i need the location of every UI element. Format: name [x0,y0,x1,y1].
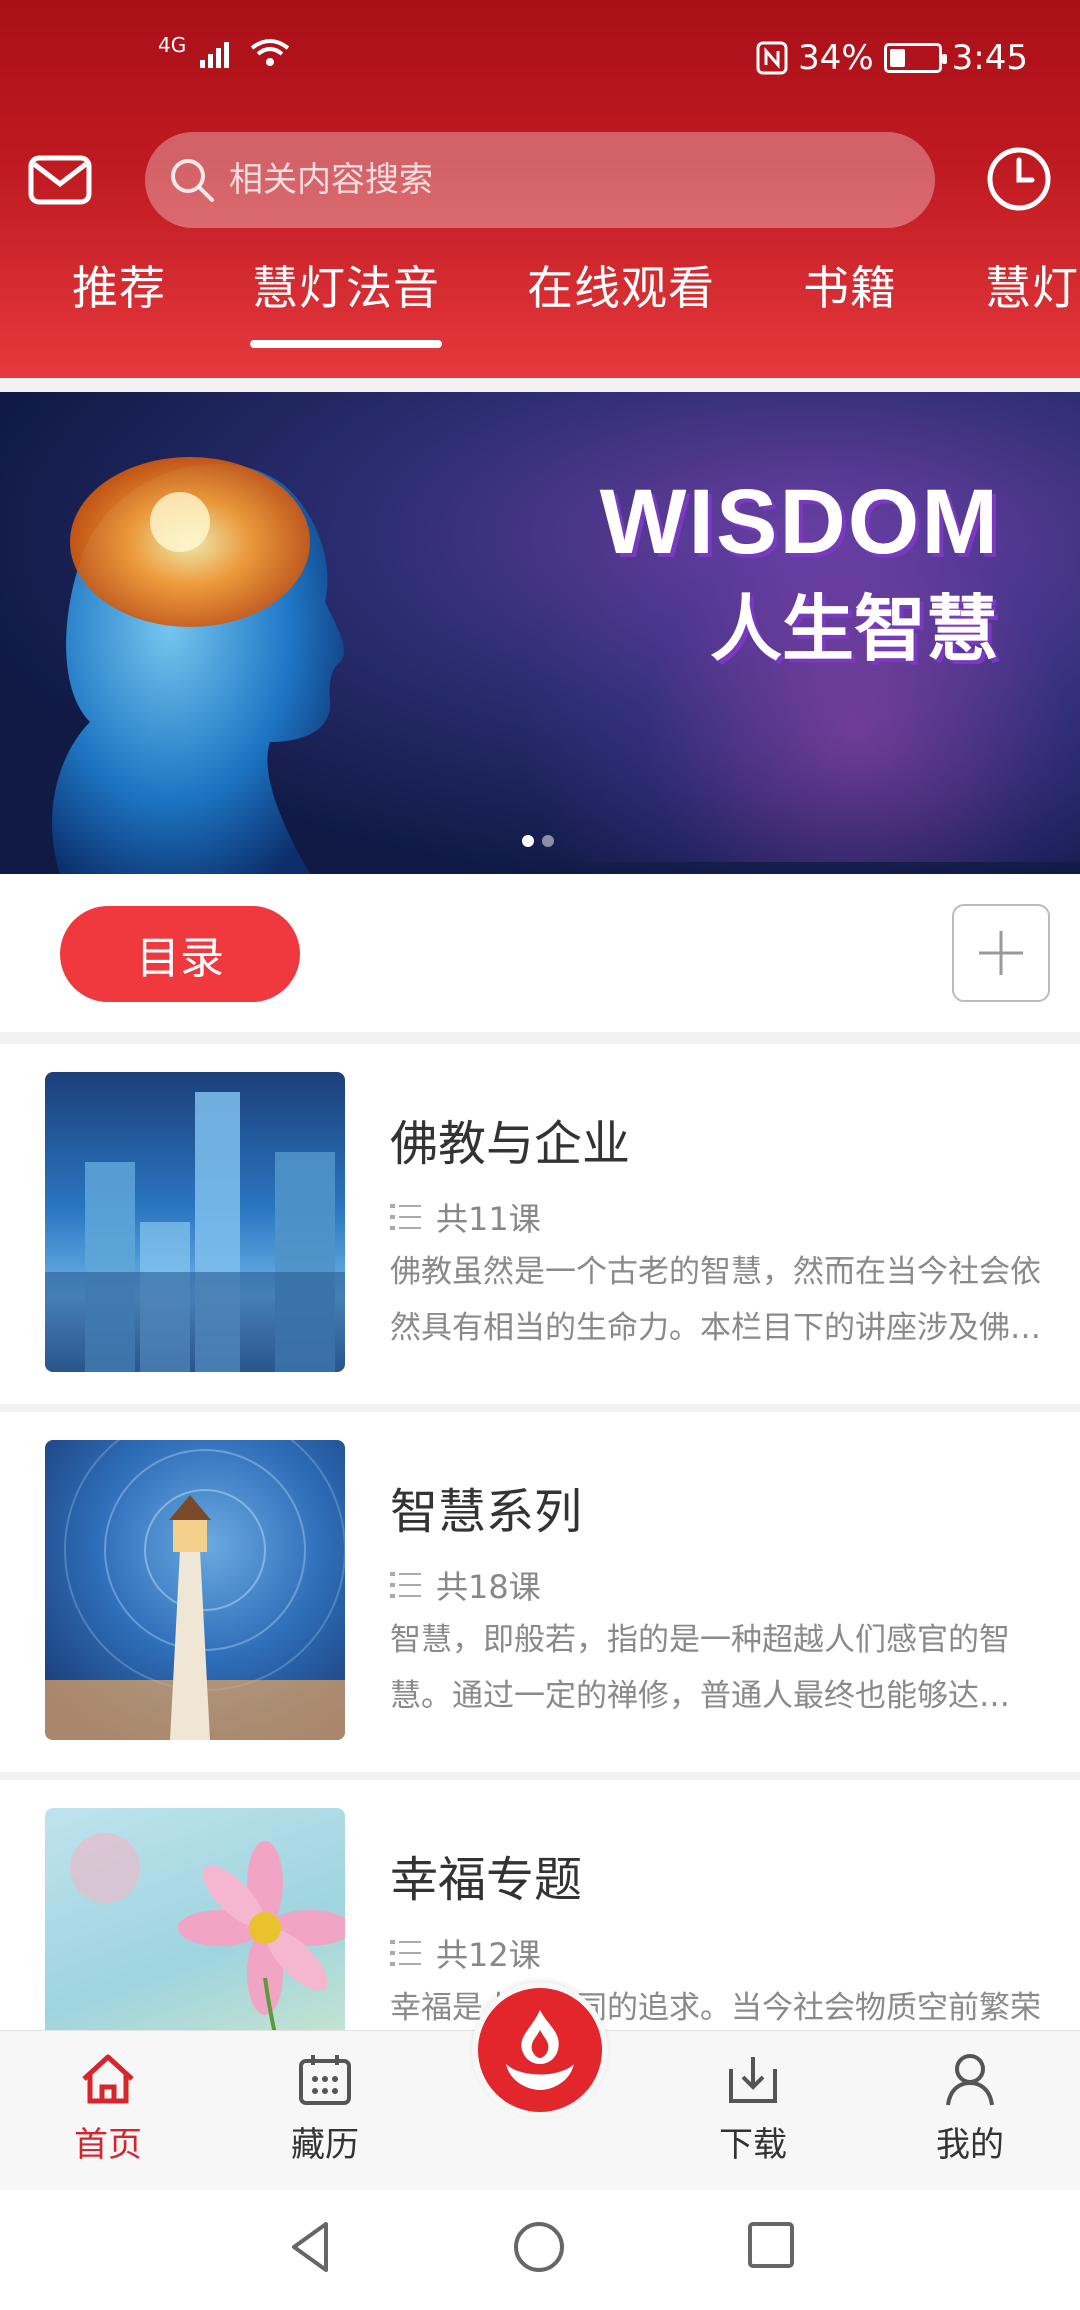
lesson-count-row: 共12课 [390,1930,541,1976]
clock-time: 3:45 [951,38,1028,78]
wifi-icon [251,39,290,66]
banner-subtitle: 人生智慧 [709,587,998,671]
banner-carousel[interactable]: WISDOM 人生智慧 [0,392,1080,874]
search-bar[interactable] [145,132,935,228]
download-icon [729,2057,777,2103]
mail-icon[interactable] [28,152,92,208]
recent-apps-icon[interactable] [746,2220,796,2270]
status-right: 34% 3:45 [756,38,1028,78]
course-title: 智慧系列 [390,1484,583,1540]
back-icon[interactable] [288,2220,332,2274]
catalog-button[interactable]: 目录 [60,906,300,1002]
lighthouse-illustration [45,1440,345,1740]
profile-icon [946,2054,994,2106]
tab-books[interactable]: 书籍 [803,252,897,318]
nav-download-label: 下载 [719,2125,787,2165]
status-bar: 4G 34% 3:45 [0,0,1080,120]
nav-calendar-label: 藏历 [291,2125,359,2165]
lesson-count: 共12课 [436,1936,541,1974]
lesson-count-row: 共18课 [390,1562,541,1608]
nav-download[interactable]: 下载 [678,2051,828,2166]
lesson-count: 共18课 [436,1568,541,1606]
nav-profile[interactable]: 我的 [895,2051,1045,2166]
course-card[interactable]: 智慧系列 共18课 智慧，即般若，指的是一种超越人们感官的智慧。通过一定的禅修，… [0,1412,1080,1772]
nav-home[interactable]: 首页 [33,2051,183,2166]
category-tabs: 推荐 慧灯法音 在线观看 书籍 慧灯 [0,252,1080,352]
nfc-icon [756,41,788,75]
carousel-dot-1[interactable] [522,835,534,847]
toolbar [0,128,1080,232]
course-title: 幸福专题 [390,1852,583,1908]
plus-icon [979,931,1023,975]
clock-icon[interactable] [986,146,1052,212]
search-input[interactable] [229,160,829,200]
home-icon [82,2054,134,2104]
nav-profile-label: 我的 [936,2125,1004,2165]
header: 4G 34% 3:45 相关内容搜索 推荐 慧灯法音 在线观看 书籍 慧灯 [0,0,1080,378]
lesson-count: 共11课 [436,1200,541,1238]
list-icon [390,1940,421,1966]
home-circle-icon[interactable] [512,2220,566,2274]
battery-fill [889,49,906,67]
app-root: 4G 34% 3:45 相关内容搜索 推荐 慧灯法音 在线观看 书籍 慧灯 WI… [0,0,1080,2310]
city-illustration [45,1092,345,1372]
tab-huideng-fayin[interactable]: 慧灯法音 [252,252,440,318]
list-icon [390,1204,421,1230]
center-logo-button[interactable] [472,1982,608,2118]
add-button[interactable] [952,904,1050,1002]
course-card[interactable]: 佛教与企业 共11课 佛教虽然是一个古老的智慧，然而在当今社会依然具有相当的生命… [0,1044,1080,1404]
status-left: 4G [158,33,290,68]
course-description: 智慧，即般若，指的是一种超越人们感官的智慧。通过一定的禅修，普通人最终也能够达到… [390,1622,1010,1714]
course-thumbnail-lighthouse [45,1440,345,1740]
nav-calendar[interactable]: 藏历 [250,2051,400,2166]
battery-icon [883,43,947,73]
course-description: 佛教虽然是一个古老的智慧，然而在当今社会依然具有相当的生命力。本栏目下的讲座涉及… [390,1254,1041,1346]
system-navigation-bar [0,2190,1080,2310]
banner-title: WISDOM [599,471,1000,573]
flame-logo-icon [506,2010,574,2090]
tab-recommend[interactable]: 推荐 [72,252,166,318]
tab-online-watch[interactable]: 在线观看 [527,252,715,318]
course-title: 佛教与企业 [390,1116,631,1172]
nav-home-label: 首页 [74,2125,142,2165]
list-icon [390,1572,421,1598]
tab-huideng[interactable]: 慧灯 [985,252,1079,318]
catalog-row: 目录 [0,874,1080,1032]
carousel-dots [522,835,554,847]
active-tab-indicator [250,340,442,348]
carousel-dot-2[interactable] [542,835,554,847]
search-icon [171,159,214,202]
signal-icon [200,42,230,68]
calendar-icon [299,2055,351,2105]
battery-percent: 34% [798,38,874,78]
banner-head-illustration [51,457,345,874]
course-thumbnail-city [45,1072,345,1372]
lesson-count-row: 共11课 [390,1194,541,1240]
network-type: 4G [158,33,187,57]
